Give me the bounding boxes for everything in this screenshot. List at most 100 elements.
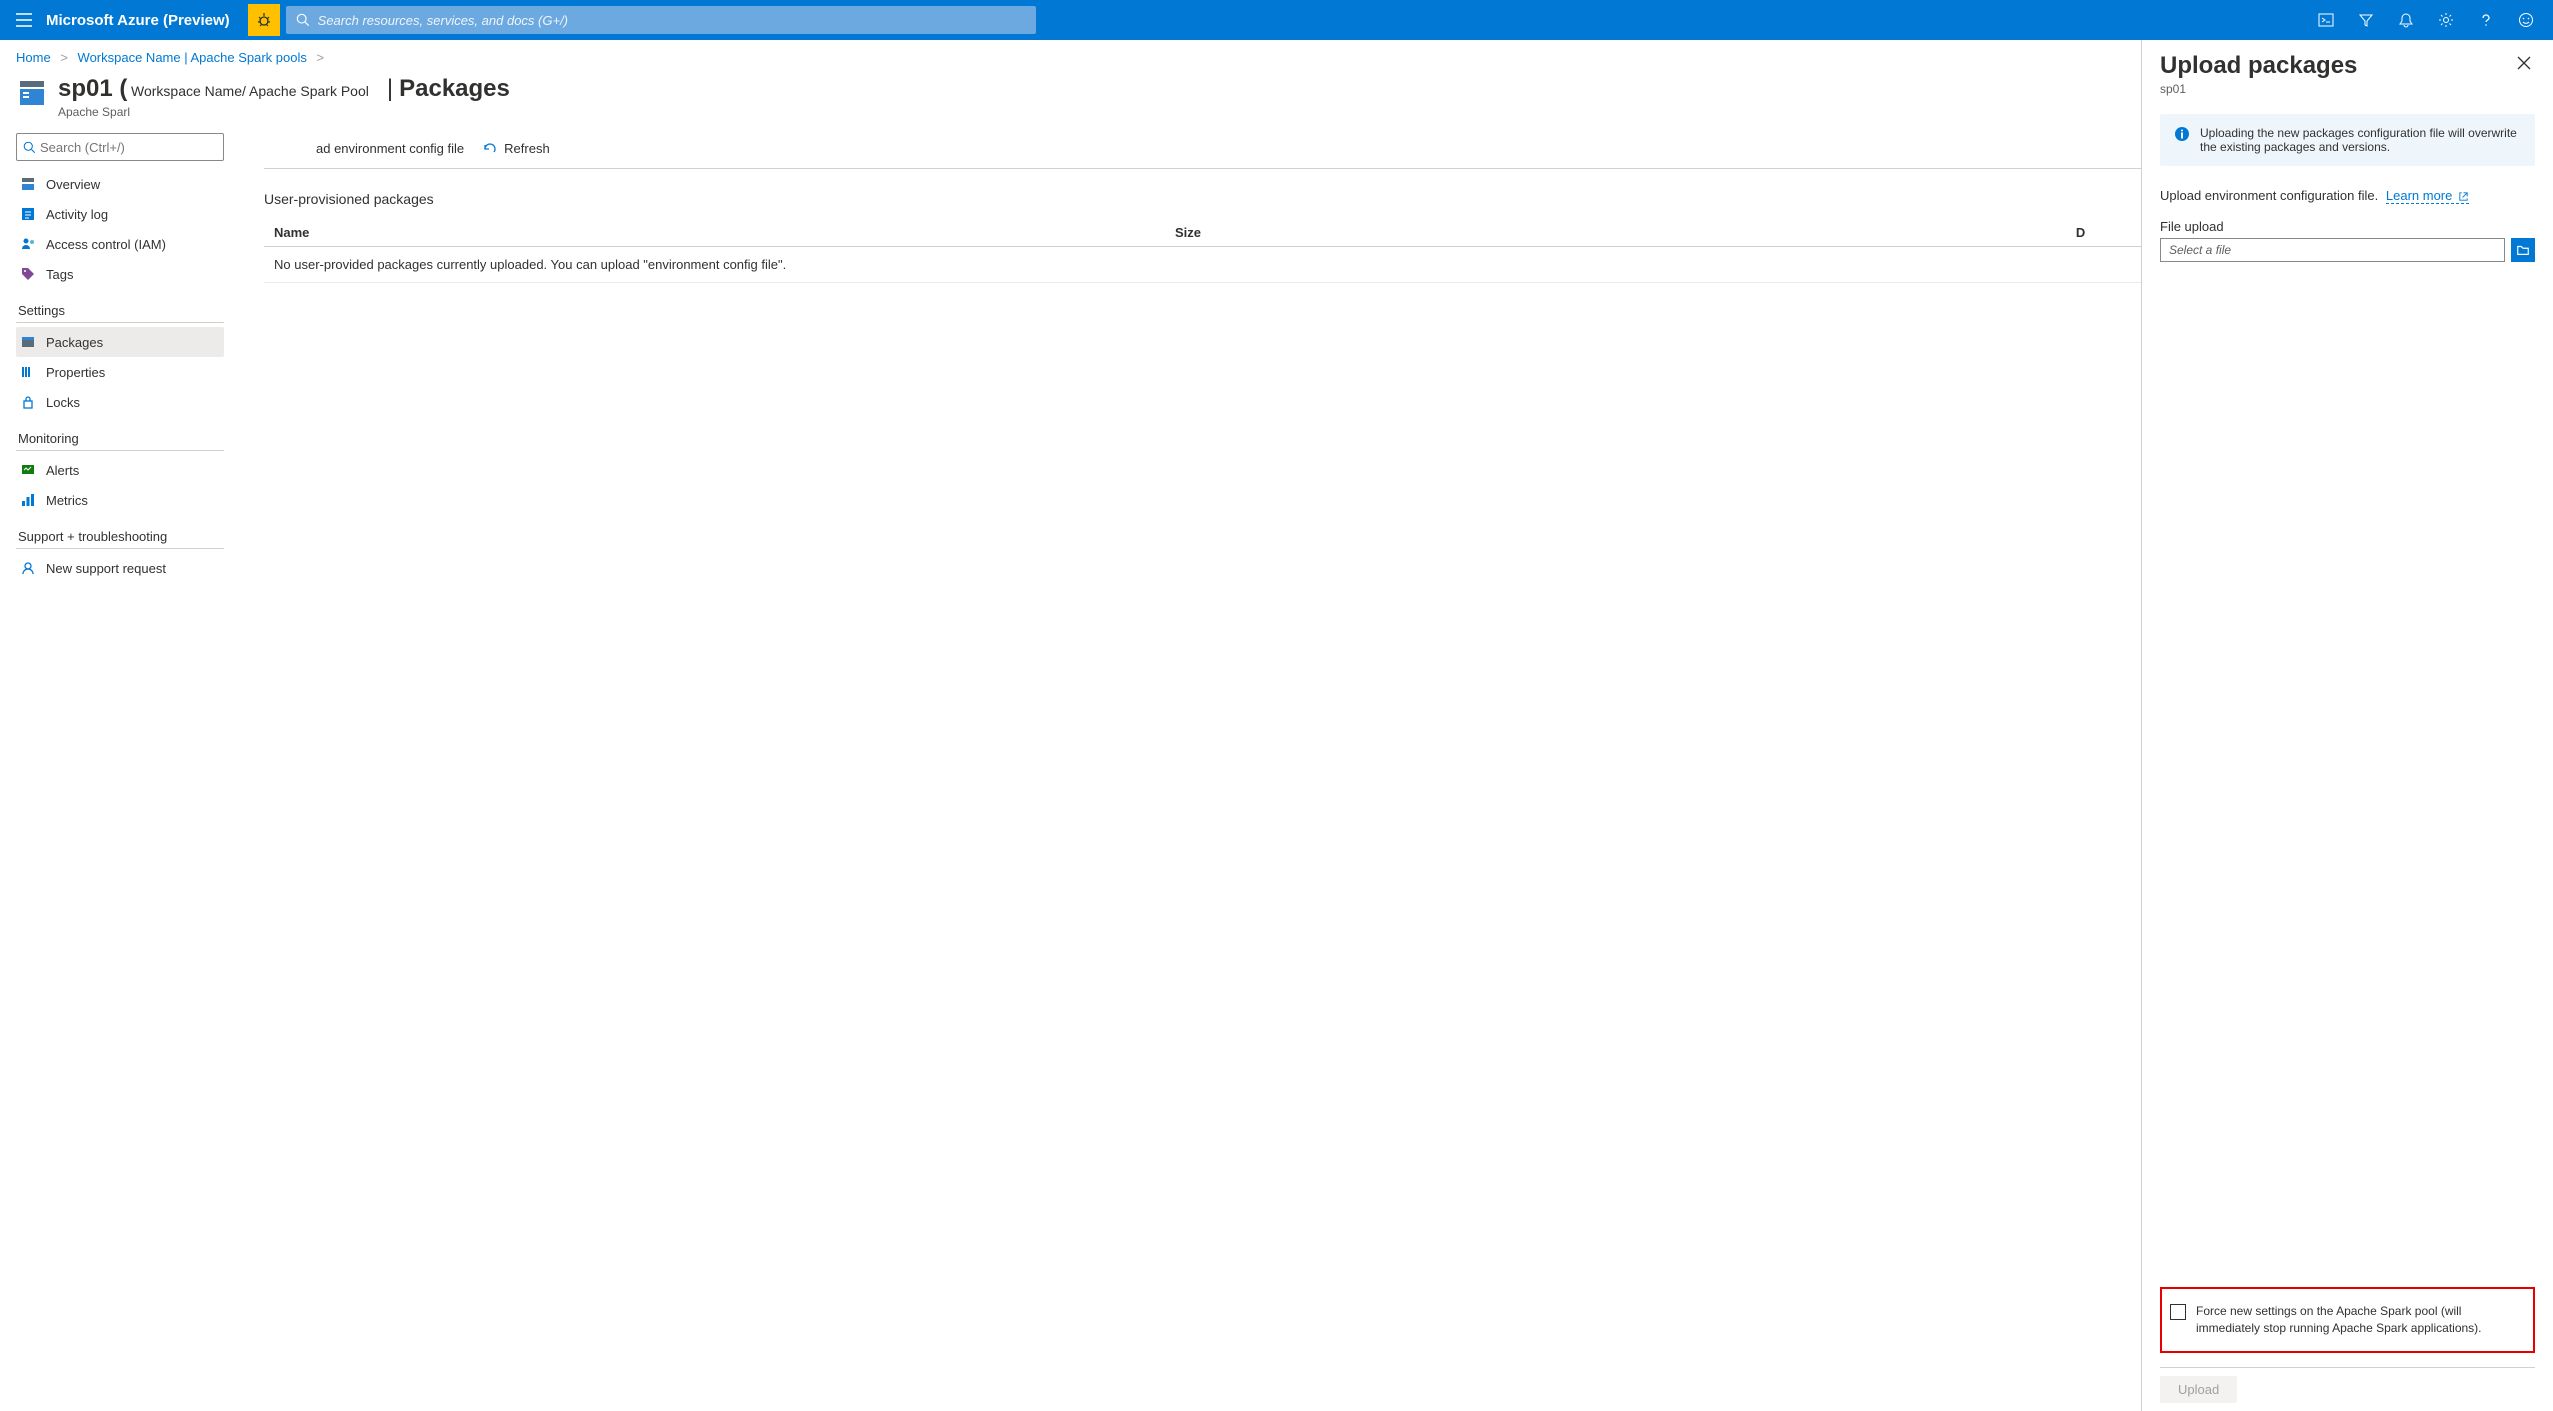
content-columns: Overview Activity log Access control (IA… (0, 129, 2141, 1411)
search-icon (296, 13, 310, 27)
file-upload-input[interactable] (2160, 238, 2505, 262)
nav-section-monitoring: Monitoring (18, 431, 224, 446)
nav-section-support: Support + troubleshooting (18, 529, 224, 544)
panel-title: Upload packages (2160, 52, 2513, 80)
global-search[interactable] (286, 6, 1036, 34)
nav-label: Properties (46, 365, 105, 380)
nav-section-settings: Settings (18, 303, 224, 318)
resource-name: sp01 ( (58, 75, 127, 102)
refresh-icon (482, 141, 498, 157)
close-icon[interactable] (2513, 52, 2535, 74)
panel-header: Upload packages sp01 (2142, 40, 2553, 104)
breadcrumb-sep: > (54, 50, 74, 65)
packages-table: Name Size D No user-provided packages cu… (264, 219, 2141, 283)
nav-locks[interactable]: Locks (16, 387, 224, 417)
toolbar: ad environment config file Refresh (264, 129, 2141, 169)
directory-filter-icon[interactable] (2347, 0, 2385, 40)
packages-icon (20, 334, 36, 350)
col-date[interactable]: D (2066, 219, 2141, 247)
search-icon (23, 141, 36, 154)
nav-label: Packages (46, 335, 103, 350)
tags-icon (20, 266, 36, 282)
col-size[interactable]: Size (1165, 219, 2066, 247)
breadcrumb-sep: > (310, 50, 330, 65)
brand-title[interactable]: Microsoft Azure (Preview) (40, 12, 248, 29)
nav-activity-log[interactable]: Activity log (16, 199, 224, 229)
toolbar-upload-config[interactable]: ad environment config file (316, 141, 464, 156)
sidebar-search-input[interactable] (40, 140, 217, 155)
empty-row: No user-provided packages currently uplo… (264, 247, 2141, 283)
nav-label: Metrics (46, 493, 88, 508)
nav-metrics[interactable]: Metrics (16, 485, 224, 515)
nav-new-support-request[interactable]: New support request (16, 553, 224, 583)
page-body: Home > Workspace Name | Apache Spark poo… (0, 40, 2553, 1411)
properties-icon (20, 364, 36, 380)
toolbar-label: ad environment config file (316, 141, 464, 156)
help-icon[interactable] (2467, 0, 2505, 40)
breadcrumb-home[interactable]: Home (16, 50, 51, 65)
file-upload-label: File upload (2160, 219, 2535, 234)
content-main: ad environment config file Refresh User-… (232, 129, 2141, 1411)
nav-label: Access control (IAM) (46, 237, 166, 252)
nav-label: Locks (46, 395, 80, 410)
upload-button[interactable]: Upload (2160, 1376, 2237, 1403)
col-name[interactable]: Name (264, 219, 1165, 247)
global-search-input[interactable] (318, 13, 1026, 28)
settings-icon[interactable] (2427, 0, 2465, 40)
nav-tags[interactable]: Tags (16, 259, 224, 289)
resource-path: Workspace Name/ Apache Spark Pool (131, 83, 369, 99)
main-column: Home > Workspace Name | Apache Spark poo… (0, 40, 2141, 1411)
breadcrumb: Home > Workspace Name | Apache Spark poo… (0, 40, 2141, 71)
top-bar: Microsoft Azure (Preview) (0, 0, 2553, 40)
nav-divider (16, 322, 224, 323)
resource-type: Apache Sparl (58, 105, 369, 119)
activity-log-icon (20, 206, 36, 222)
nav-label: Overview (46, 177, 100, 192)
preview-bug-icon[interactable] (248, 4, 280, 36)
alerts-icon (20, 462, 36, 478)
notifications-icon[interactable] (2387, 0, 2425, 40)
panel-description: Upload environment configuration file. L… (2160, 188, 2535, 203)
feedback-icon[interactable] (2507, 0, 2545, 40)
metrics-icon (20, 492, 36, 508)
nav-overview[interactable]: Overview (16, 169, 224, 199)
browse-file-button[interactable] (2511, 238, 2535, 262)
panel-button-row: Upload (2160, 1367, 2535, 1403)
force-settings-checkbox[interactable] (2170, 1304, 2186, 1320)
nav-divider (16, 548, 224, 549)
access-control-icon (20, 236, 36, 252)
nav-properties[interactable]: Properties (16, 357, 224, 387)
folder-icon (2516, 243, 2530, 257)
breadcrumb-workspace[interactable]: Workspace Name | Apache Spark pools (78, 50, 307, 65)
toolbar-refresh[interactable]: Refresh (482, 141, 550, 157)
hamburger-menu-icon[interactable] (8, 4, 40, 36)
file-upload-row (2160, 238, 2535, 262)
lock-icon (20, 394, 36, 410)
resource-title-block: sp01 ( Workspace Name/ Apache Spark Pool… (58, 75, 369, 119)
force-settings-checkbox-row: Force new settings on the Apache Spark p… (2160, 1287, 2535, 1353)
nav-access-control[interactable]: Access control (IAM) (16, 229, 224, 259)
nav-alerts[interactable]: Alerts (16, 455, 224, 485)
toolbar-label: Refresh (504, 141, 550, 156)
resource-header: sp01 ( Workspace Name/ Apache Spark Pool… (0, 71, 2141, 129)
nav-label: New support request (46, 561, 166, 576)
learn-more-link[interactable]: Learn more (2386, 188, 2469, 204)
force-settings-label: Force new settings on the Apache Spark p… (2196, 1303, 2523, 1337)
nav-divider (16, 450, 224, 451)
info-text: Uploading the new packages configuration… (2200, 126, 2521, 154)
support-icon (20, 560, 36, 576)
sidebar-search[interactable] (16, 133, 224, 161)
info-icon (2174, 126, 2190, 142)
upload-panel: Upload packages sp01 Uploading the new p… (2141, 40, 2553, 1411)
page-title: Packages (399, 75, 510, 103)
nav-label: Tags (46, 267, 73, 282)
nav-label: Alerts (46, 463, 79, 478)
external-link-icon (2458, 191, 2469, 202)
nav-label: Activity log (46, 207, 108, 222)
cloud-shell-icon[interactable] (2307, 0, 2345, 40)
nav-packages[interactable]: Packages (16, 327, 224, 357)
resource-sidebar: Overview Activity log Access control (IA… (0, 129, 232, 1411)
panel-subtitle: sp01 (2160, 82, 2513, 96)
panel-footer: Force new settings on the Apache Spark p… (2142, 1287, 2553, 1411)
topbar-icons (2307, 0, 2545, 40)
